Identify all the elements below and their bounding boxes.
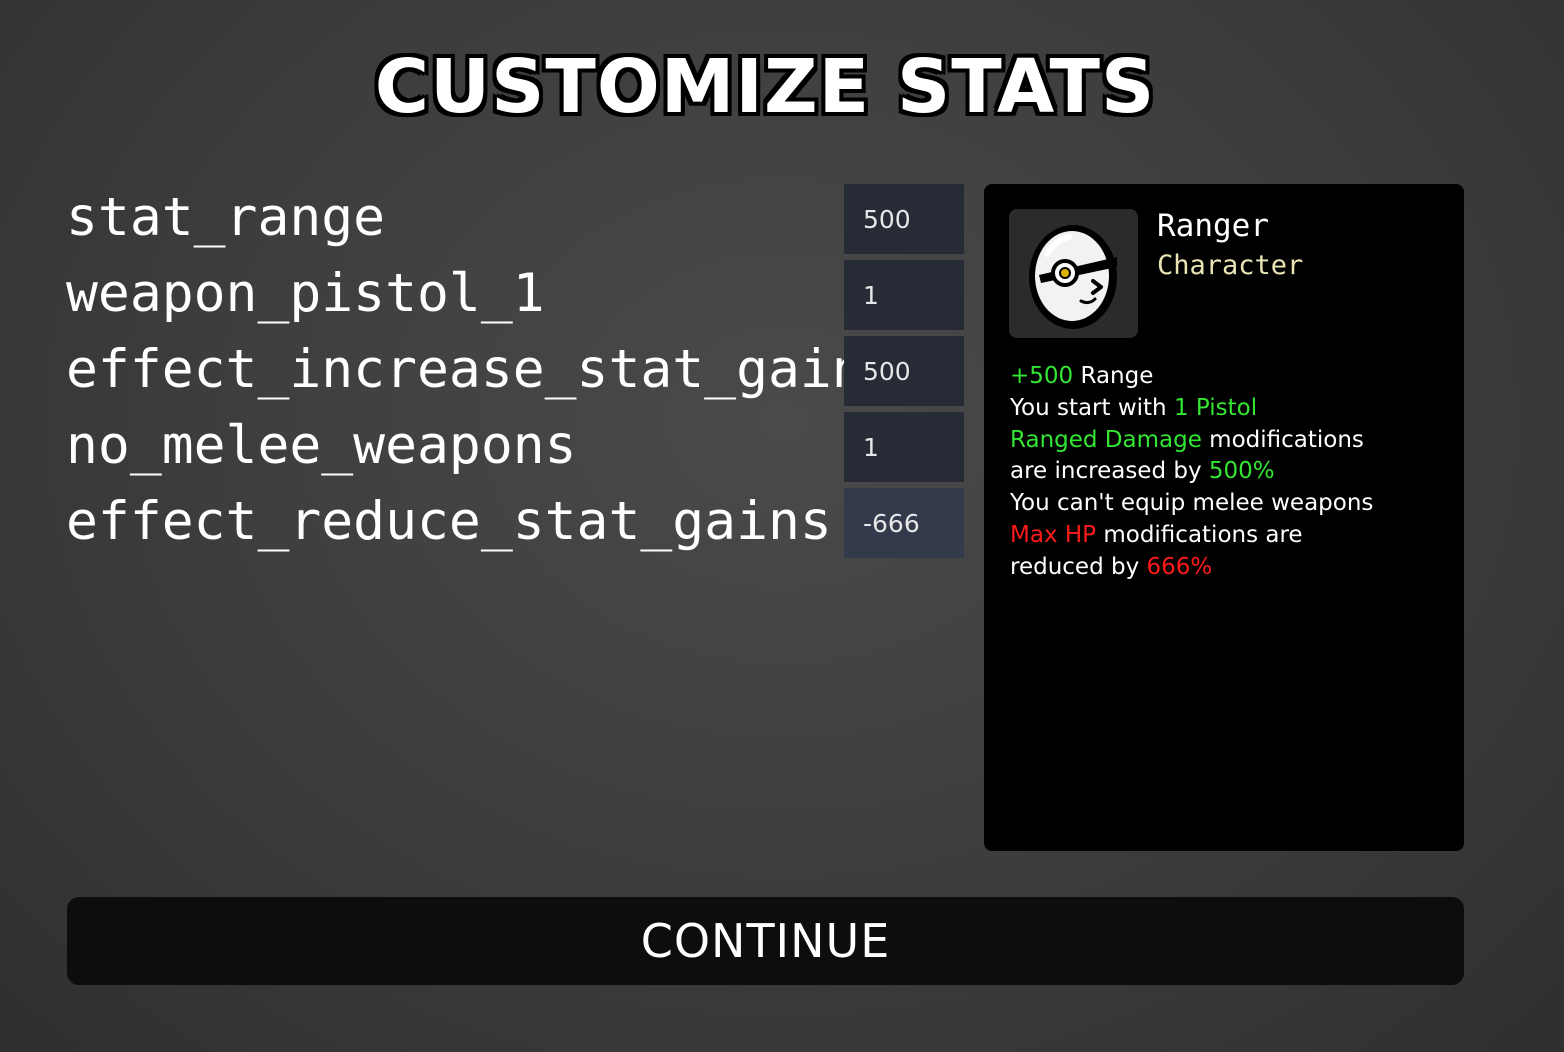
effect-text: are increased by — [1010, 458, 1209, 485]
stat-value-input[interactable] — [844, 184, 964, 254]
stat-label: effect_reduce_stat_gains — [66, 491, 832, 552]
effect-text: You start with — [1010, 394, 1174, 421]
character-name: Ranger — [1157, 208, 1269, 244]
stat-label: no_melee_weapons — [66, 415, 577, 476]
effect-text: Range — [1073, 363, 1154, 389]
stat-label: weapon_pistol_1 — [66, 263, 545, 324]
effect-value: 1 Pistol — [1173, 394, 1258, 421]
effect-line: Ranged Damage modifications — [1010, 425, 1450, 457]
effect-value: 500% — [1208, 458, 1275, 485]
page-title: CUSTOMIZE STATS — [373, 43, 1156, 132]
character-portrait — [1009, 209, 1138, 338]
stat-label: effect_increase_stat_gains — [66, 339, 896, 400]
character-effects: +500 Range You start with 1 Pistol Range… — [1010, 361, 1450, 584]
effect-line: +500 Range — [1010, 361, 1450, 393]
stat-value-input-focused[interactable] — [844, 488, 964, 558]
effect-line: Max HP modifications are — [1010, 520, 1450, 552]
effect-text: modifications — [1201, 426, 1364, 453]
effect-text: You can't equip melee weapons — [1010, 490, 1374, 517]
effect-value: Max HP — [1010, 521, 1097, 548]
character-card: Ranger Character +500 Range You start wi… — [984, 184, 1464, 851]
stat-label: stat_range — [66, 187, 386, 248]
stat-value-input[interactable] — [844, 336, 964, 406]
effect-text: reduced by — [1010, 553, 1147, 580]
stats-list: stat_range weapon_pistol_1 effect_increa… — [66, 184, 966, 564]
effect-line: You start with 1 Pistol — [1010, 393, 1450, 425]
stat-row: effect_reduce_stat_gains — [66, 488, 966, 564]
stat-row: stat_range — [66, 184, 966, 260]
effect-line: are increased by 500% — [1010, 456, 1450, 488]
effect-value: 666% — [1146, 553, 1213, 580]
effect-line: reduced by 666% — [1010, 552, 1450, 584]
effect-value: +500 — [1010, 363, 1074, 389]
stat-value-input[interactable] — [844, 260, 964, 330]
effect-line: You can't equip melee weapons — [1010, 488, 1450, 520]
continue-button[interactable]: CONTINUE — [67, 897, 1464, 985]
character-type: Character — [1157, 250, 1304, 281]
ranger-egg-with-monocle-icon — [1029, 225, 1117, 329]
effect-text: modifications are — [1096, 521, 1303, 548]
stat-row: effect_increase_stat_gains — [66, 336, 966, 412]
stat-row: no_melee_weapons — [66, 412, 966, 488]
stat-value-input[interactable] — [844, 412, 964, 482]
stat-row: weapon_pistol_1 — [66, 260, 966, 336]
effect-value: Ranged Damage — [1010, 426, 1202, 453]
